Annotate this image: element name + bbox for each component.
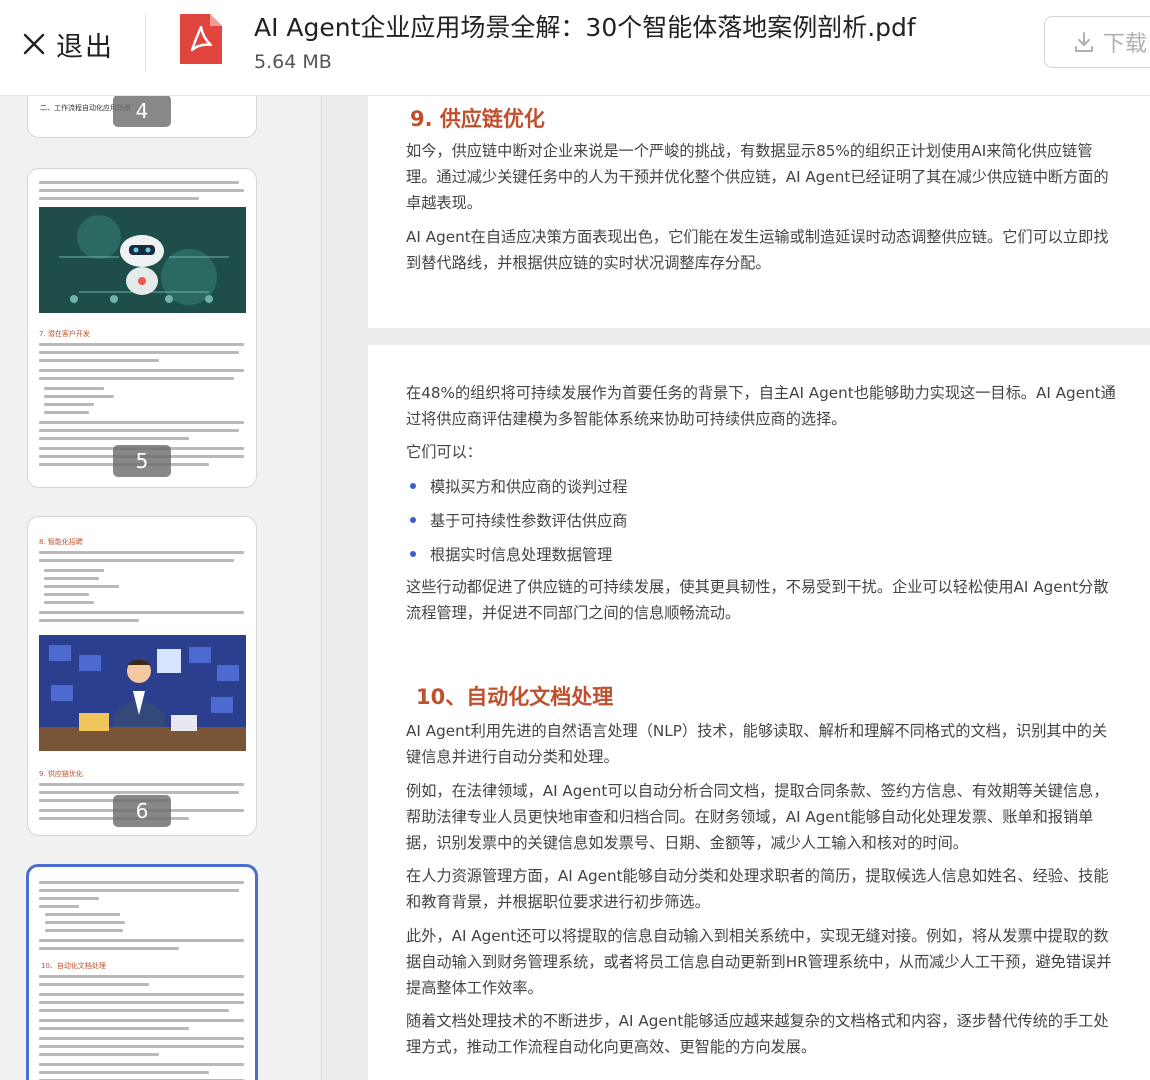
thumb-image-robot <box>39 207 246 313</box>
thumb-text-line <box>39 197 199 200</box>
download-button[interactable]: 下载 <box>1044 16 1150 68</box>
thumb-text-line <box>39 559 234 562</box>
paragraph: 它们可以： <box>406 443 482 461</box>
list-item: 基于可持续性参数评估供应商 <box>410 509 627 531</box>
thumb-text-line <box>44 411 89 414</box>
thumb-text-line <box>39 791 239 794</box>
page-number-badge: 5 <box>113 445 171 477</box>
thumb-text-line <box>39 359 159 362</box>
thumb-text-line <box>39 1027 189 1030</box>
thumb-text-line <box>39 421 244 424</box>
thumb-text-line <box>39 993 244 996</box>
thumb-text-line <box>39 611 244 614</box>
thumb-text-line <box>39 369 244 372</box>
page-thumbnail-6[interactable]: 8. 智能化招聘 9. 供应链优化 6 <box>27 516 257 836</box>
paragraph: 在人力资源管理方面，AI Agent能够自动分类和处理求职者的简历，提取候选人信… <box>406 867 1109 911</box>
thumb-text-line <box>39 783 244 786</box>
bullet-dot <box>410 551 416 557</box>
page-thumbnail-4[interactable]: 二、工作流程自动化应用场景 4 <box>27 96 257 138</box>
thumb-text-line <box>39 1071 209 1074</box>
thumb-text-line <box>39 939 244 942</box>
thumb-text-line <box>39 1045 244 1048</box>
thumb-text-line <box>44 387 104 390</box>
thumb-text-line <box>39 881 244 884</box>
header-divider <box>145 14 146 72</box>
list-item-text: 模拟买方和供应商的谈判过程 <box>430 478 628 496</box>
bullet-dot <box>410 483 416 489</box>
list-item: 根据实时信息处理数据管理 <box>410 543 612 565</box>
thumb-text-line <box>39 1019 244 1022</box>
document-page: 9. 供应链优化 如今，供应链中断对企业来说是一个严峻的挑战，有数据显示85%的… <box>368 96 1150 328</box>
thumb-text-line <box>39 1037 244 1040</box>
file-name: AI Agent企业应用场景全解：30个智能体落地案例剖析.pdf <box>254 13 916 42</box>
page-thumbnail-5[interactable]: 7. 潜在客户开发 5 <box>27 168 257 488</box>
thumb-text-line <box>39 1053 159 1056</box>
top-bar: 退出 AI Agent企业应用场景全解：30个智能体落地案例剖析.pdf 5.6… <box>0 0 1150 96</box>
file-size: 5.64 MB <box>254 51 332 73</box>
page-thumbnail-7[interactable]: 10、自动化文档处理 <box>26 864 258 1080</box>
thumb-text-line <box>39 1001 244 1004</box>
thumb-text-line <box>39 619 139 622</box>
list-item: 模拟买方和供应商的谈判过程 <box>410 475 627 497</box>
thumb-text-line <box>44 593 89 596</box>
paragraph: 例如，在法律领域，AI Agent可以自动分析合同文档，提取合同条款、签约方信息… <box>406 782 1109 852</box>
thumbnail-sidebar[interactable]: 二、工作流程自动化应用场景 4 7. 潜在客户开发 5 8. 智能化招聘 9. … <box>0 96 322 1080</box>
exit-label: 退出 <box>56 31 114 63</box>
list-item-text: 根据实时信息处理数据管理 <box>430 546 613 564</box>
paragraph: 在48%的组织将可持续发展作为首要任务的背景下，自主AI Agent也能够助力实… <box>406 384 1116 428</box>
thumb-heading: 9. 供应链优化 <box>39 770 83 778</box>
exit-button[interactable]: 退出 <box>22 22 114 66</box>
section-title: 10、自动化文档处理 <box>416 685 614 709</box>
thumb-text-line <box>44 585 119 588</box>
thumb-heading: 10、自动化文档处理 <box>41 962 106 970</box>
document-page: 在48%的组织将可持续发展作为首要任务的背景下，自主AI Agent也能够助力实… <box>368 345 1150 1080</box>
thumb-text-line <box>39 1063 244 1066</box>
thumb-text-line <box>44 577 99 580</box>
section-title: 9. 供应链优化 <box>410 107 545 131</box>
close-icon <box>23 33 45 55</box>
download-label: 下载 <box>1103 32 1148 57</box>
thumb-text-line <box>39 975 244 978</box>
paragraph: 此外，AI Agent还可以将提取的信息自动输入到相关系统中，实现无缝对接。例如… <box>406 927 1112 997</box>
paragraph: 随着文档处理技术的不断进步，AI Agent能够适应越来越复杂的文档格式和内容，… <box>406 1012 1109 1056</box>
thumb-text-line <box>39 429 239 432</box>
page-number-badge: 6 <box>113 795 171 827</box>
list-item-text: 基于可持续性参数评估供应商 <box>430 512 628 530</box>
thumb-text-line <box>39 351 239 354</box>
thumb-text-line <box>39 897 99 900</box>
thumb-heading: 8. 智能化招聘 <box>39 538 83 546</box>
thumb-text-line <box>39 905 79 908</box>
pdf-file-icon <box>180 14 222 64</box>
thumb-text-line <box>45 913 120 916</box>
thumb-text-line <box>39 983 149 986</box>
thumb-text-line <box>39 1009 229 1012</box>
thumb-text-line <box>45 929 123 932</box>
bullet-dot <box>410 517 416 523</box>
download-icon <box>1075 32 1093 52</box>
thumb-heading: 7. 潜在客户开发 <box>39 330 90 338</box>
document-viewer[interactable]: 9. 供应链优化 如今，供应链中断对企业来说是一个严峻的挑战，有数据显示85%的… <box>368 96 1150 1080</box>
thumb-text-line <box>39 947 179 950</box>
thumb-text-line <box>44 395 114 398</box>
thumb-text-line <box>39 889 239 892</box>
thumb-text-line <box>39 377 234 380</box>
paragraph: 这些行动都促进了供应链的可持续发展，使其更具韧性，不易受到干扰。企业可以轻松使用… <box>406 578 1109 622</box>
thumb-text-line <box>45 921 125 924</box>
thumb-text-line <box>39 343 244 346</box>
paragraph: 如今，供应链中断对企业来说是一个严峻的挑战，有数据显示85%的组织正计划使用AI… <box>406 142 1109 212</box>
paragraph: AI Agent利用先进的自然语言处理（NLP）技术，能够读取、解析和理解不同格… <box>406 722 1108 766</box>
page-number-badge: 4 <box>113 96 171 127</box>
thumb-text-line <box>44 569 104 572</box>
paragraph: AI Agent在自适应决策方面表现出色，它们能在发生运输或制造延误时动态调整供… <box>406 228 1109 272</box>
thumb-text-line <box>44 601 94 604</box>
thumb-text-line <box>39 189 244 192</box>
thumb-text-line <box>39 437 189 440</box>
thumb-text-line <box>39 551 244 554</box>
thumb-image-recruiter <box>39 635 246 751</box>
thumb-text-line <box>44 403 94 406</box>
thumb-text-line <box>39 181 239 184</box>
